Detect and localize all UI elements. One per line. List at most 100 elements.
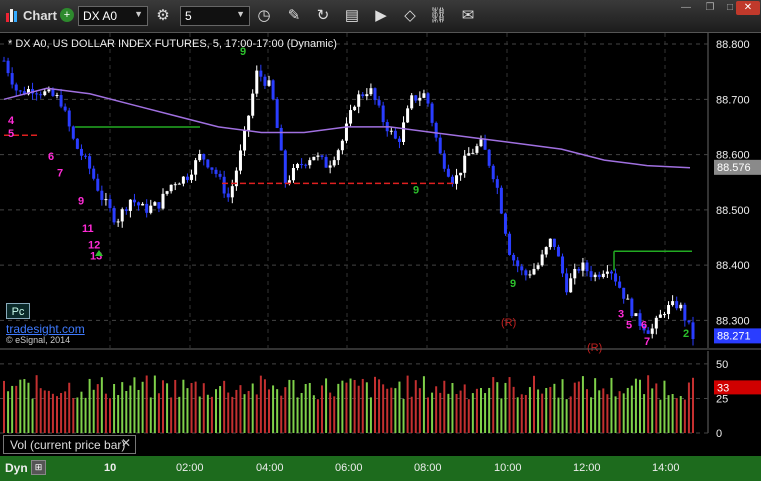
candle-body: [626, 298, 630, 300]
candle-body: [124, 209, 128, 211]
candle-body: [479, 139, 483, 147]
settings-icon[interactable]: ⚙: [153, 6, 173, 26]
candle-body: [169, 184, 173, 192]
play-icon[interactable]: ▶: [371, 6, 391, 26]
candle-body: [662, 314, 666, 316]
candle-body: [402, 122, 406, 142]
interval-value: 5: [185, 9, 192, 23]
eraser-icon[interactable]: ◇: [400, 6, 420, 26]
candle-body: [63, 106, 67, 111]
candle-body: [414, 95, 418, 101]
candle-body: [120, 209, 124, 222]
refresh-icon[interactable]: ↻: [313, 6, 333, 26]
candle-body: [410, 95, 414, 109]
chevron-down-icon[interactable]: ▼: [134, 9, 143, 19]
count-label: 3: [618, 309, 624, 321]
candle-body: [618, 281, 622, 288]
chevron-down-icon[interactable]: ▼: [236, 9, 245, 19]
candle-body: [548, 238, 552, 248]
price-grid: [0, 33, 761, 348]
chart-canvas[interactable]: 5467911121335 679992(R)(R) 88.80088.70088…: [0, 33, 761, 456]
candle-body: [483, 139, 487, 150]
time-label: 14:00: [652, 462, 680, 474]
candle-body: [499, 187, 503, 214]
candle-body: [79, 148, 83, 156]
count-label: 5: [8, 128, 14, 140]
candle-body: [145, 203, 149, 213]
count-label: 9: [510, 278, 516, 290]
interval-input[interactable]: 5 ▼: [180, 6, 250, 26]
candle-body: [190, 174, 194, 180]
plus-icon[interactable]: +: [60, 8, 74, 22]
close-button[interactable]: ✕: [736, 1, 760, 15]
candle-body: [218, 173, 222, 177]
candle-body: [573, 268, 577, 279]
candle-body: [185, 176, 189, 180]
candle-body: [495, 179, 499, 188]
restore-button[interactable]: ❐: [700, 2, 720, 14]
volume-study-label: Vol (current price bar): [10, 438, 126, 452]
candle-body: [593, 274, 597, 278]
candle-body: [112, 207, 116, 223]
symbol-input[interactable]: DX A0 ▼: [78, 6, 148, 26]
link-icon[interactable]: ⛓: [428, 6, 448, 26]
candle-body: [10, 73, 14, 85]
study-icon[interactable]: ▤: [342, 6, 362, 26]
candle-body: [373, 88, 377, 101]
candle-body: [418, 97, 422, 101]
volume-study-tab[interactable]: Vol (current price bar) ✕: [3, 435, 136, 454]
candle-body: [422, 93, 426, 98]
candle-body: [361, 94, 365, 97]
candle-body: [475, 146, 479, 153]
candle-body: [687, 320, 691, 323]
symbol-value: DX A0: [83, 9, 118, 23]
close-icon[interactable]: ✕: [121, 436, 131, 450]
candle-body: [59, 95, 63, 107]
candle-body: [226, 193, 230, 198]
message-icon[interactable]: ✉: [458, 6, 478, 26]
candle-body: [528, 274, 532, 276]
candle-body: [589, 271, 593, 278]
clock-icon[interactable]: ◷: [254, 6, 274, 26]
time-label: 06:00: [335, 462, 363, 474]
brand-link[interactable]: tradesight.com: [6, 322, 85, 336]
candle-body: [455, 175, 459, 184]
time-label: 04:00: [256, 462, 284, 474]
dyn-label[interactable]: Dyn: [5, 461, 28, 475]
candle-body: [340, 140, 344, 151]
candle-body: [605, 271, 609, 274]
candle-body: [308, 160, 312, 166]
candle-body: [161, 193, 165, 209]
dynamic-icon[interactable]: ⊞: [31, 460, 46, 475]
candle-body: [100, 190, 104, 200]
candle-body: [434, 122, 438, 138]
candle-body: [88, 156, 92, 169]
candle-body: [137, 202, 141, 206]
count-label: 2: [683, 328, 689, 340]
price-pane-bg: [0, 33, 708, 348]
candle-body: [84, 155, 88, 157]
candle-body: [214, 169, 218, 174]
candle-body: [614, 273, 618, 282]
minimize-button[interactable]: —: [676, 2, 696, 14]
pencil-icon[interactable]: ✎: [284, 6, 304, 26]
candle-body: [520, 266, 524, 271]
candle-body: [459, 172, 463, 176]
candle-body: [108, 199, 112, 208]
candle-body: [561, 256, 565, 274]
candle-body: [581, 262, 585, 271]
candle-body: [634, 313, 638, 317]
count-label: 7: [644, 336, 650, 348]
toolbar: Chart + DX A0 ▼ ⚙ 5 ▼ ◷ ✎ ↻ ▤ ▶ ◇ ⛓ ✉ — …: [0, 0, 761, 33]
time-axis: Dyn ⊞ 10 02:00 04:00 06:00 08:00 10:00 1…: [0, 456, 761, 481]
pc-badge[interactable]: Pc: [6, 303, 30, 319]
candle-body: [658, 314, 662, 318]
candle-body: [2, 60, 6, 62]
chart-title: * DX A0, US DOLLAR INDEX FUTURES, 5, 17:…: [8, 38, 337, 50]
candle-body: [128, 199, 132, 211]
candle-body: [296, 164, 300, 168]
candle-body: [316, 155, 320, 157]
candle-body: [446, 168, 450, 177]
candle-body: [471, 152, 475, 154]
candle-body: [389, 130, 393, 132]
